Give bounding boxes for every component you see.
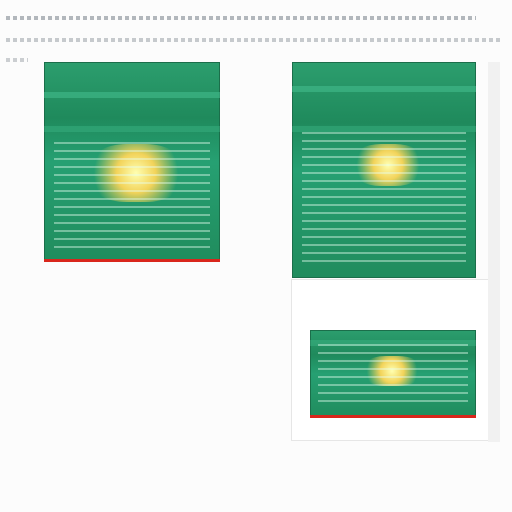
header-text-line-2 <box>6 38 502 42</box>
product-thumbnail-right[interactable] <box>292 62 476 278</box>
right-divider <box>488 62 500 442</box>
result-card-right[interactable] <box>292 62 488 278</box>
page-header <box>0 0 512 64</box>
result-details-right <box>292 280 488 440</box>
product-thumbnail-left[interactable] <box>44 62 220 262</box>
header-text-line-1 <box>6 16 476 20</box>
product-thumbnail-secondary[interactable] <box>310 330 476 418</box>
result-card-left[interactable] <box>44 62 220 262</box>
header-text-line-3 <box>6 58 28 62</box>
